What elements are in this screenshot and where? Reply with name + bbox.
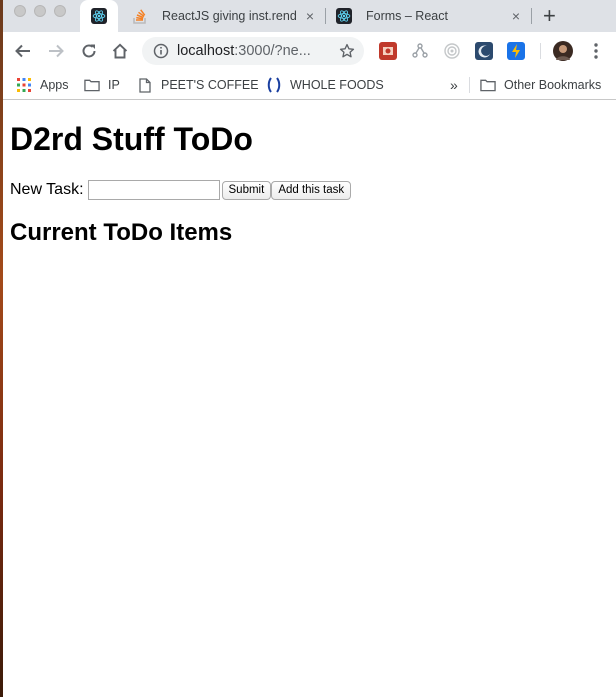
- bookmark-label: Apps: [40, 78, 69, 92]
- menu-icon[interactable]: [586, 41, 606, 61]
- submit-button[interactable]: Submit: [221, 180, 272, 200]
- add-task-button[interactable]: Add this task: [271, 180, 352, 200]
- react-icon: [336, 8, 352, 24]
- tab-title: Forms – React: [366, 9, 448, 23]
- minimize-window-button[interactable]: [34, 5, 46, 17]
- bookmark-other[interactable]: Other Bookmarks: [480, 75, 601, 95]
- tab-strip: ReactJS giving inst.rend × Forms – React…: [0, 0, 616, 32]
- extension-network-icon[interactable]: [411, 42, 429, 60]
- extension-red-icon[interactable]: [379, 42, 397, 60]
- bookmark-whole-foods[interactable]: WHOLE FOODS: [266, 75, 384, 95]
- zoom-window-button[interactable]: [54, 5, 66, 17]
- address-bar[interactable]: localhost:3000/?ne...: [142, 37, 364, 65]
- apps-grid-icon: [16, 77, 32, 93]
- extension-target-icon[interactable]: [443, 42, 461, 60]
- info-icon[interactable]: [153, 43, 169, 59]
- browser-toolbar: localhost:3000/?ne...: [0, 32, 616, 70]
- bookmarks-bar: Apps IP PEET'S COFFEE WHOLE FOODS » Othe…: [0, 70, 616, 100]
- bookmark-label: PEET'S COFFEE: [161, 78, 259, 92]
- todo-list-heading: Current ToDo Items: [10, 219, 233, 246]
- tab-separator: [325, 8, 326, 24]
- tab-title: ReactJS giving inst.rend: [162, 9, 297, 23]
- avatar[interactable]: [553, 41, 573, 61]
- bookmark-label: IP: [108, 78, 120, 92]
- window-edge: [0, 0, 3, 697]
- page-content: D2rd Stuff ToDo New Task: Submit Add thi…: [0, 101, 616, 697]
- tab-stackoverflow[interactable]: ReactJS giving inst.rend ×: [124, 0, 324, 32]
- page-title: D2rd Stuff ToDo: [10, 121, 253, 157]
- extension-bolt-icon[interactable]: [507, 42, 525, 60]
- close-window-button[interactable]: [14, 5, 26, 17]
- stackoverflow-icon: [132, 8, 148, 24]
- bookmark-ip[interactable]: IP: [84, 75, 120, 95]
- react-icon: [91, 8, 107, 24]
- bookmark-apps[interactable]: Apps: [16, 75, 69, 95]
- wholefoods-icon: [266, 77, 282, 93]
- tab-forms-react[interactable]: Forms – React ×: [330, 0, 530, 32]
- forward-icon[interactable]: [46, 41, 66, 61]
- page-icon: [137, 77, 153, 93]
- new-task-label: New Task:: [10, 181, 84, 198]
- bookmarks-separator: [469, 77, 470, 93]
- tab-react-app[interactable]: [80, 0, 118, 32]
- new-task-input[interactable]: [87, 180, 220, 200]
- back-icon[interactable]: [13, 41, 33, 61]
- new-tab-button[interactable]: +: [543, 5, 556, 27]
- tab-separator: [531, 8, 532, 24]
- bookmark-peets-coffee[interactable]: PEET'S COFFEE: [137, 75, 259, 95]
- close-tab-icon[interactable]: ×: [306, 8, 314, 24]
- folder-icon: [84, 77, 100, 93]
- extension-moon-icon[interactable]: [475, 42, 493, 60]
- bookmark-label: Other Bookmarks: [504, 78, 602, 92]
- url-host: localhost: [177, 43, 235, 59]
- new-task-form: New Task: Submit Add this task: [10, 180, 352, 200]
- home-icon[interactable]: [110, 41, 130, 61]
- bookmark-star-icon[interactable]: [338, 42, 356, 60]
- close-tab-icon[interactable]: ×: [512, 8, 520, 24]
- url-path: :3000/?ne...: [234, 43, 311, 59]
- folder-icon: [480, 77, 496, 93]
- toolbar-separator: [540, 43, 541, 59]
- reload-icon[interactable]: [79, 41, 99, 61]
- bookmark-label: WHOLE FOODS: [290, 78, 384, 92]
- bookmarks-overflow-button[interactable]: »: [450, 75, 458, 95]
